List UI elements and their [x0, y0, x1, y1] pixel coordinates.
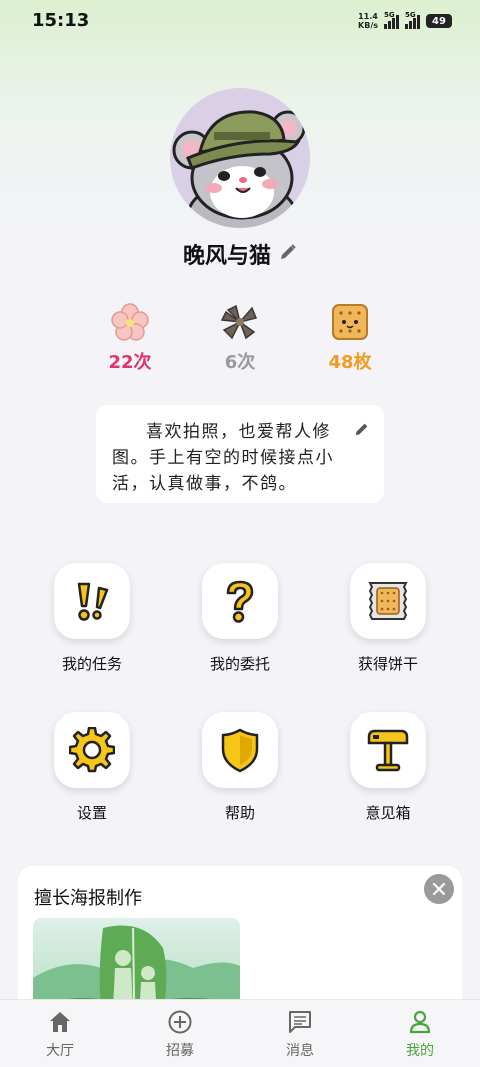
edit-name-pencil-icon[interactable] — [279, 243, 297, 265]
close-button[interactable] — [424, 874, 454, 904]
question-icon — [202, 563, 278, 639]
withered-flower-icon — [190, 300, 290, 344]
message-icon — [260, 1008, 340, 1036]
stat-withered[interactable]: 6次 — [190, 300, 290, 374]
gear-icon — [54, 712, 130, 788]
bio-card[interactable]: 喜欢拍照，也爱帮人修图。手上有空的时候接点小活，认真做事，不鸽。 — [96, 405, 384, 503]
mailbox-icon — [350, 712, 426, 788]
home-icon — [20, 1008, 100, 1036]
exclamation-icon — [54, 563, 130, 639]
biscuit-icon — [300, 300, 400, 344]
plus-circle-icon — [140, 1008, 220, 1036]
signal-icon: 5G — [384, 11, 399, 29]
stat-flowers[interactable]: 22次 — [80, 300, 180, 374]
menu-get-biscuits[interactable]: 获得饼干 — [328, 563, 448, 674]
bottom-tab-bar: 大厅 招募 消息 我的 — [0, 999, 480, 1067]
menu-label: 帮助 — [224, 804, 255, 822]
menu-label: 我的委托 — [209, 655, 270, 673]
menu-suggestion-box[interactable]: 意见箱 — [328, 712, 448, 823]
cherry-blossom-icon — [80, 300, 180, 344]
tab-label: 招募 — [166, 1043, 194, 1059]
hamster-avatar-icon — [170, 88, 310, 228]
menu-my-requests[interactable]: 我的委托 — [180, 563, 300, 674]
avatar[interactable] — [170, 88, 310, 228]
tab-label: 我的 — [406, 1043, 434, 1059]
menu-label: 获得饼干 — [357, 655, 418, 673]
stat-biscuits[interactable]: 48枚 — [300, 300, 400, 374]
tab-mine[interactable]: 我的 — [380, 1008, 460, 1060]
stat-value: 22次 — [108, 352, 152, 373]
stat-value: 48枚 — [328, 352, 372, 373]
tab-label: 消息 — [286, 1043, 314, 1059]
menu-my-tasks[interactable]: 我的任务 — [32, 563, 152, 674]
stat-value: 6次 — [224, 352, 256, 373]
close-icon — [432, 882, 446, 896]
signal-icon: 5G — [405, 11, 420, 29]
username-row: 晚风与猫 — [0, 238, 480, 270]
battery-icon: 49 — [426, 14, 452, 28]
tab-recruit[interactable]: 招募 — [140, 1008, 220, 1060]
status-time: 15:13 — [32, 10, 90, 31]
tab-label: 大厅 — [46, 1043, 74, 1059]
person-icon — [380, 1008, 460, 1036]
network-speed: 11.4 KB/s — [358, 12, 378, 30]
username: 晚风与猫 — [182, 244, 271, 269]
status-indicators: 11.4 KB/s 5G 5G 49 — [358, 11, 452, 30]
status-bar: 15:13 11.4 KB/s 5G 5G 49 — [0, 0, 480, 44]
bio-text: 喜欢拍照，也爱帮人修图。手上有空的时候接点小活，认真做事，不鸽。 — [112, 422, 334, 494]
menu-label: 我的任务 — [61, 655, 122, 673]
menu-label: 设置 — [76, 804, 107, 822]
tab-lobby[interactable]: 大厅 — [20, 1008, 100, 1060]
promo-title: 擅长海报制作 — [34, 888, 142, 909]
menu-settings[interactable]: 设置 — [32, 712, 152, 823]
menu-help[interactable]: 帮助 — [180, 712, 300, 823]
menu-label: 意见箱 — [365, 804, 411, 822]
shield-icon — [202, 712, 278, 788]
biscuit-package-icon — [350, 563, 426, 639]
edit-bio-pencil-icon[interactable] — [354, 419, 370, 445]
tab-messages[interactable]: 消息 — [260, 1008, 340, 1060]
